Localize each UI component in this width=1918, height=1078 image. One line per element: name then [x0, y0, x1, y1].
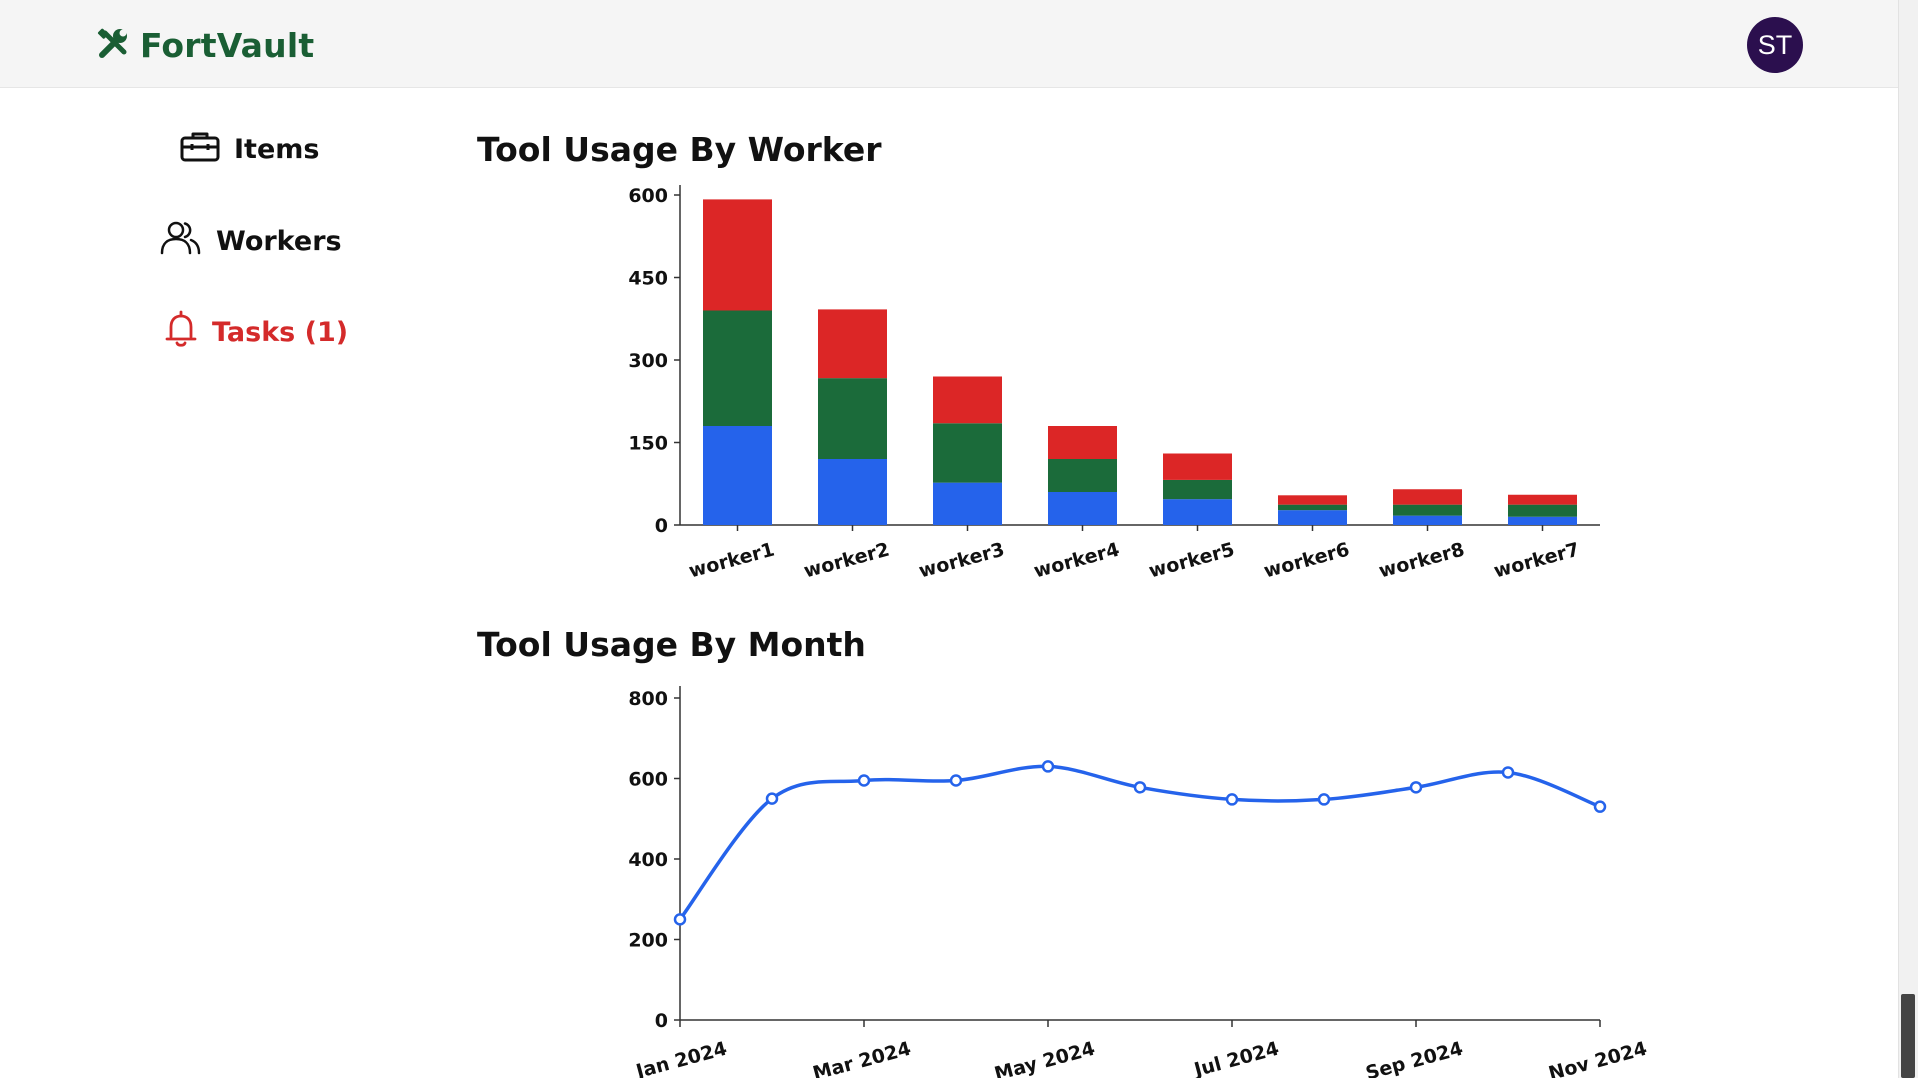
user-avatar[interactable]: ST [1747, 17, 1803, 73]
brand-logo[interactable]: FortVault [96, 26, 314, 65]
y-tick-label: 600 [628, 769, 668, 791]
x-tick-label: worker5 [1147, 539, 1237, 583]
data-point [673, 913, 687, 926]
x-tick-label: Jul 2024 [1190, 1038, 1281, 1078]
month-chart-title: Tool Usage By Month [477, 625, 866, 664]
y-tick-label: 150 [628, 433, 668, 455]
y-tick-label: 0 [655, 515, 668, 537]
y-tick-label: 450 [628, 268, 668, 290]
bar-segment [1508, 516, 1577, 525]
y-tick-label: 600 [628, 185, 668, 207]
bar-segment [1278, 504, 1347, 511]
bar-segment [818, 309, 887, 379]
x-tick-label: worker2 [802, 539, 892, 583]
data-point [765, 792, 779, 805]
bar-segment [1163, 479, 1232, 500]
bar-segment [933, 423, 1002, 483]
top-bar: FortVault ST [0, 0, 1898, 88]
sidebar-item-items[interactable]: Items [180, 130, 319, 169]
sidebar-item-label: Items [234, 134, 320, 165]
data-point [1225, 793, 1239, 806]
bar-segment [1393, 489, 1462, 505]
x-tick-label: Sep 2024 [1363, 1038, 1465, 1078]
data-point [1409, 781, 1423, 794]
toolbox-icon [180, 130, 220, 169]
x-tick-label: May 2024 [992, 1038, 1097, 1078]
bar-segment [703, 426, 772, 525]
data-point [1501, 766, 1515, 779]
month-usage-chart: 0 200 400 600 800 Jan 2024 Mar 2024 May 2024 Jul… [628, 686, 1649, 1078]
bar-segment [1278, 495, 1347, 505]
data-point [1593, 800, 1607, 813]
x-tick-label: Nov 2024 [1546, 1038, 1649, 1078]
bar-segment [1048, 459, 1117, 492]
bar-segment [818, 378, 887, 459]
bar-segment [933, 376, 1002, 424]
y-tick-label: 300 [628, 350, 668, 372]
bar-segment [818, 459, 887, 525]
bar-segment [1393, 515, 1462, 525]
sidebar-item-label: Tasks (1) [212, 317, 349, 348]
bar-segment [1048, 492, 1117, 525]
bar-segment [703, 310, 772, 426]
worker-usage-chart: 0 150 300 450 600 worker1 worker2 worker3 worker… [628, 185, 1600, 583]
tools-icon [96, 27, 130, 65]
scrollbar-thumb[interactable] [1901, 994, 1915, 1078]
bar-segment [933, 482, 1002, 525]
bar-segment [1163, 453, 1232, 480]
y-tick-label: 800 [628, 688, 668, 710]
x-tick-label: Jan 2024 [632, 1038, 729, 1078]
sidebar-item-label: Workers [216, 226, 342, 257]
bar-segment [703, 199, 772, 311]
data-point [949, 774, 963, 787]
x-tick-label: worker3 [917, 539, 1007, 583]
x-tick-label: Mar 2024 [810, 1038, 913, 1078]
data-point [1133, 781, 1147, 794]
sidebar-item-tasks[interactable]: Tasks (1) [164, 310, 348, 355]
y-tick-label: 400 [628, 849, 668, 871]
bar-segment [1278, 510, 1347, 525]
data-point [1041, 760, 1055, 773]
x-tick-label: worker6 [1262, 539, 1352, 583]
x-tick-label: worker4 [1032, 539, 1122, 583]
x-tick-label: worker8 [1377, 539, 1467, 583]
brand-name: FortVault [140, 26, 315, 65]
scrollbar[interactable] [1898, 0, 1918, 1078]
bar-segment [1508, 504, 1577, 517]
bell-icon [164, 310, 198, 355]
bar-segment [1508, 494, 1577, 505]
y-tick-label: 0 [655, 1010, 668, 1032]
bar-segment [1048, 426, 1117, 459]
y-tick-label: 200 [628, 930, 668, 952]
worker-chart-title: Tool Usage By Worker [477, 130, 882, 169]
users-icon [158, 220, 202, 263]
bar-segment [1163, 499, 1232, 525]
bar-segment [1393, 504, 1462, 516]
data-point [1317, 793, 1331, 806]
x-tick-label: worker1 [687, 539, 777, 583]
x-tick-label: worker7 [1492, 539, 1582, 583]
sidebar-item-workers[interactable]: Workers [158, 220, 342, 263]
data-point [857, 774, 871, 787]
